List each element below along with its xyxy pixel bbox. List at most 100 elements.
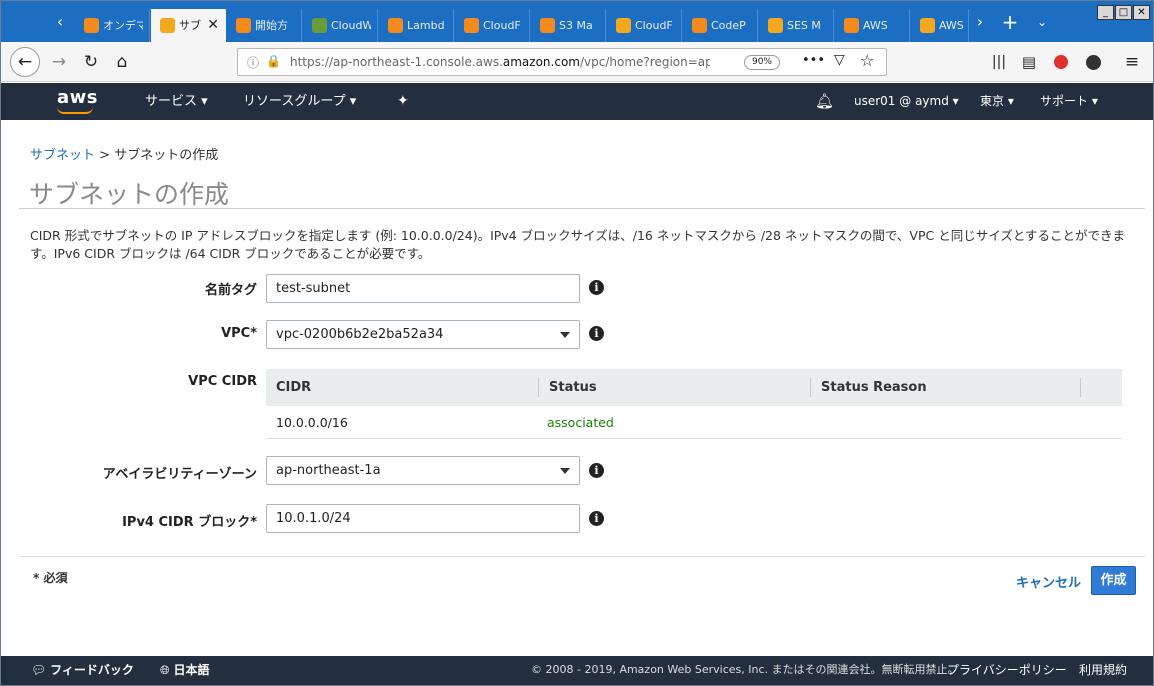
dropdown-caret-icon xyxy=(560,332,570,338)
tab-4[interactable]: CloudW xyxy=(303,9,378,42)
scroll-tabs-left-icon[interactable]: ‹ xyxy=(49,11,71,33)
tab-2[interactable]: サブ ✕ xyxy=(151,9,226,42)
breadcrumb-current: サブネットの作成 xyxy=(114,148,219,163)
pin-icon[interactable]: ✦ xyxy=(397,83,409,120)
copyright-text: © 2008 - 2019, Amazon Web Services, Inc.… xyxy=(531,663,959,676)
tab-favicon-icon xyxy=(388,18,403,33)
info-icon[interactable]: ⓘ xyxy=(247,54,259,71)
tab-favicon-icon xyxy=(920,18,935,33)
aws-logo[interactable]: aws xyxy=(57,87,98,108)
bookmark-star-icon[interactable]: ☆ xyxy=(860,51,874,70)
support-menu[interactable]: サポート ▾ xyxy=(1040,83,1098,120)
tab-3[interactable]: 開始方 xyxy=(227,9,302,42)
tab-6[interactable]: CloudF xyxy=(455,9,530,42)
services-menu[interactable]: サービス ▾ xyxy=(145,83,208,120)
forward-button[interactable]: → xyxy=(45,48,73,76)
tab-9[interactable]: CodeP xyxy=(683,9,758,42)
minimize-icon[interactable]: _ xyxy=(1097,5,1114,20)
tab-bar: ‹ オンデマ サブ ✕ 開始方 CloudW Lambd CloudF S3 Ma CloudF… xyxy=(1,1,1153,42)
home-button[interactable]: ⌂ xyxy=(108,48,136,76)
cancel-button[interactable]: キャンセル xyxy=(1016,572,1081,591)
close-tab-icon[interactable]: ✕ xyxy=(207,9,219,42)
name-tag-info-icon[interactable]: i xyxy=(589,280,604,295)
tab-list-chevron-icon[interactable]: ⌄ xyxy=(1031,11,1053,33)
create-button[interactable]: 作成 xyxy=(1091,566,1136,595)
name-tag-input[interactable]: test-subnet xyxy=(266,274,580,303)
region-menu[interactable]: 東京 ▾ xyxy=(980,83,1014,120)
url-text[interactable]: https://ap-northeast-1.console.aws.amazo… xyxy=(290,55,710,69)
column-divider[interactable] xyxy=(538,378,539,397)
new-tab-icon[interactable]: + xyxy=(999,11,1021,33)
browser-window: ‹ オンデマ サブ ✕ 開始方 CloudW Lambd CloudF S3 Ma CloudF… xyxy=(0,0,1154,686)
tab-label: AWS xyxy=(939,19,964,32)
breadcrumb-subnets-link[interactable]: サブネット xyxy=(30,148,95,163)
vpc-cidr-table: CIDR Status Status Reason 10.0.0.0/16 as… xyxy=(266,369,1122,439)
vpc-info-icon[interactable]: i xyxy=(589,326,604,341)
scroll-tabs-right-icon[interactable]: › xyxy=(969,11,991,33)
bell-icon[interactable]: 🔔︎ xyxy=(815,83,834,120)
table-row: 10.0.0.0/16 associated xyxy=(266,406,1122,439)
vpc-label: VPC* xyxy=(221,326,257,341)
tab-7[interactable]: S3 Ma xyxy=(531,9,606,42)
tab-favicon-icon xyxy=(844,18,859,33)
privacy-policy-link[interactable]: プライバシーポリシー xyxy=(947,656,1067,685)
dropdown-caret-icon xyxy=(560,468,570,474)
zoom-badge[interactable]: 90% xyxy=(744,55,780,70)
table-header: CIDR Status Status Reason xyxy=(266,369,1122,406)
tab-1[interactable]: オンデマ xyxy=(75,9,150,42)
tab-favicon-icon xyxy=(616,18,631,33)
user-menu[interactable]: user01 @ aymd ▾ xyxy=(854,83,959,120)
maximize-icon[interactable]: □ xyxy=(1115,5,1132,20)
column-divider[interactable] xyxy=(810,378,811,397)
page-actions-icon[interactable]: ••• xyxy=(802,53,825,68)
tab-favicon-icon xyxy=(464,18,479,33)
globe-icon: 🌐︎ xyxy=(160,663,170,677)
column-header-status-reason[interactable]: Status Reason xyxy=(821,369,927,406)
chevron-down-icon: ▾ xyxy=(349,94,357,109)
resource-groups-menu[interactable]: リソースグループ ▾ xyxy=(243,83,356,120)
tab-favicon-icon xyxy=(236,18,251,33)
tab-list-spacer xyxy=(1,11,45,33)
availability-zone-info-icon[interactable]: i xyxy=(589,463,604,478)
pocket-icon[interactable]: ▽ xyxy=(834,52,845,68)
language-selector[interactable]: 🌐︎ 日本語 xyxy=(160,656,209,685)
url-bar[interactable]: ⓘ 🔒 https://ap-northeast-1.console.aws.a… xyxy=(237,48,887,76)
menu-icon[interactable]: ≡ xyxy=(1118,48,1146,76)
reload-button[interactable]: ↻ xyxy=(77,48,105,76)
cidr-cell: 10.0.0.0/16 xyxy=(276,415,348,430)
library-icon[interactable]: ||| xyxy=(985,48,1013,76)
back-button[interactable]: ← xyxy=(10,47,40,77)
tab-11[interactable]: AWS xyxy=(835,9,910,42)
tab-12[interactable]: AWS xyxy=(911,9,969,42)
tab-10[interactable]: SES M xyxy=(759,9,834,42)
account-icon[interactable] xyxy=(1079,48,1107,76)
column-header-status[interactable]: Status xyxy=(549,369,597,406)
tab-favicon-icon xyxy=(768,18,783,33)
tab-label: CloudF xyxy=(635,19,673,32)
chevron-down-icon: ▾ xyxy=(201,94,208,109)
feedback-link[interactable]: 💬︎ フィードバック xyxy=(31,656,134,685)
aws-console-footer: 💬︎ フィードバック 🌐︎ 日本語 © 2008 - 2019, Amazon … xyxy=(1,656,1153,685)
breadcrumb-separator: > xyxy=(99,148,111,163)
tab-5[interactable]: Lambd xyxy=(379,9,454,42)
ipv4-cidr-label: IPv4 CIDR ブロック* xyxy=(122,515,257,530)
column-divider[interactable] xyxy=(1080,378,1081,397)
title-divider xyxy=(19,208,1145,209)
close-window-icon[interactable]: ✕ xyxy=(1133,5,1150,20)
lock-icon: 🔒 xyxy=(266,54,281,68)
tab-favicon-icon xyxy=(540,18,555,33)
ipv4-cidr-info-icon[interactable]: i xyxy=(589,511,604,526)
tab-favicon-icon xyxy=(312,18,327,33)
terms-link[interactable]: 利用規約 xyxy=(1079,656,1127,685)
sidebar-icon[interactable]: ▤ xyxy=(1015,48,1043,76)
tab-label: AWS xyxy=(863,19,888,32)
availability-zone-select[interactable]: ap-northeast-1a xyxy=(266,456,580,485)
ipv4-cidr-input[interactable]: 10.0.1.0/24 xyxy=(266,504,580,533)
tab-favicon-icon xyxy=(160,18,175,33)
tab-favicon-icon xyxy=(692,18,707,33)
tab-8[interactable]: CloudF xyxy=(607,9,682,42)
vpc-select[interactable]: vpc-0200b6b2e2ba52a34 xyxy=(266,320,580,349)
tab-label: 開始方 xyxy=(255,19,288,32)
column-header-cidr[interactable]: CIDR xyxy=(276,369,311,406)
extension-icon[interactable] xyxy=(1047,48,1075,76)
